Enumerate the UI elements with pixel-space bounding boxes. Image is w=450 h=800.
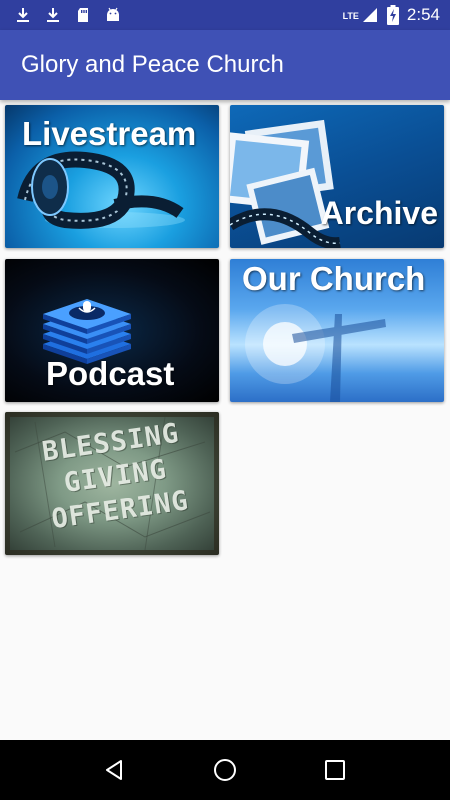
archive-label: Archive [320,195,438,231]
our-church-label: Our Church [242,260,426,297]
network-type-label: LTE [342,11,359,21]
sd-card-icon [78,8,88,22]
navigation-bar [0,740,450,800]
status-bar: LTE 2:54 [0,0,450,30]
livestream-tile[interactable]: Livestream [5,105,219,248]
download-icon [17,8,29,22]
signal-icon [362,8,377,22]
back-icon [106,760,122,780]
archive-tile[interactable]: Archive [230,105,444,248]
home-icon [214,759,236,781]
app-title: Glory and Peace Church [21,51,284,78]
home-button[interactable] [205,750,245,790]
status-time: 2:54 [406,5,440,24]
offering-tile[interactable]: BLESSING GIVING OFFERING [5,412,219,555]
back-button[interactable] [95,750,135,790]
download-icon [47,8,59,22]
battery-icon [386,5,399,25]
podcast-label: Podcast [46,355,175,392]
recents-icon [325,760,345,780]
podcast-tile[interactable]: Podcast [5,259,219,402]
our-church-tile[interactable]: Our Church [230,259,444,402]
app-bar: Glory and Peace Church [0,30,450,100]
status-system: LTE 2:54 [343,5,440,25]
livestream-label: Livestream [22,115,197,152]
recents-button[interactable] [315,750,355,790]
status-notifications [14,6,122,24]
android-icon [107,7,119,21]
